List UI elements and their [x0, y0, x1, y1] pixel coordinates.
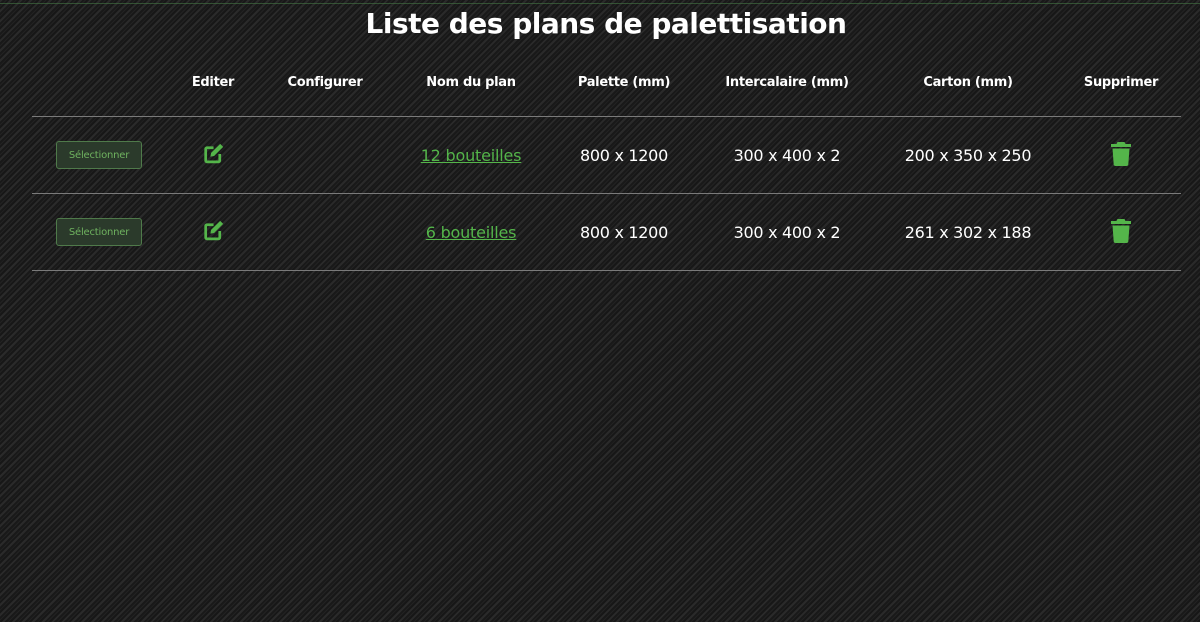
header-carton: Carton (mm) [923, 74, 1013, 90]
header-intercalaire: Intercalaire (mm) [725, 74, 849, 90]
select-button[interactable]: Sélectionner [56, 141, 142, 169]
palette-value: 800 x 1200 [580, 145, 668, 165]
plans-table: Editer Configurer Nom du plan Palette (m… [32, 60, 1181, 271]
select-cell: Sélectionner [42, 117, 156, 193]
intercalaire-value: 300 x 400 x 2 [733, 145, 841, 165]
header-edit: Editer [191, 74, 235, 90]
carton-cell: 261 x 302 x 188 [887, 194, 1049, 270]
carton-cell: 200 x 350 x 250 [887, 117, 1049, 193]
intercalaire-cell: 300 x 400 x 2 [706, 117, 868, 193]
edit-cell [163, 194, 263, 270]
intercalaire-cell: 300 x 400 x 2 [706, 194, 868, 270]
edit-icon-graphic [204, 220, 224, 240]
edit-icon[interactable] [200, 218, 226, 244]
table-header-row: Editer Configurer Nom du plan Palette (m… [32, 60, 1181, 117]
trash-icon-graphic [1111, 141, 1131, 166]
plan-name-link[interactable]: 12 bouteilles [421, 146, 522, 165]
intercalaire-value: 300 x 400 x 2 [733, 222, 841, 242]
edit-icon[interactable] [200, 141, 226, 167]
palette-value: 800 x 1200 [580, 222, 668, 242]
select-cell: Sélectionner [42, 194, 156, 270]
palette-cell: 800 x 1200 [560, 117, 688, 193]
header-palette: Palette (mm) [577, 74, 671, 90]
delete-cell [1069, 117, 1173, 193]
select-button[interactable]: Sélectionner [56, 218, 142, 246]
header-configure: Configurer [287, 74, 363, 90]
header-delete: Supprimer [1083, 74, 1159, 90]
configure-cell [267, 194, 383, 270]
carton-value: 261 x 302 x 188 [904, 222, 1032, 242]
edit-icon-graphic [204, 143, 224, 163]
edit-cell [163, 117, 263, 193]
page-title: Liste des plans de palettisation [365, 7, 847, 40]
trash-icon-graphic [1111, 218, 1131, 243]
plan-name-link[interactable]: 6 bouteilles [426, 223, 517, 242]
configure-cell [267, 117, 383, 193]
plan-name-cell: 12 bouteilles [387, 117, 555, 193]
plan-name-cell: 6 bouteilles [387, 194, 555, 270]
header-plan-name: Nom du plan [426, 74, 516, 90]
palette-cell: 800 x 1200 [560, 194, 688, 270]
trash-icon[interactable] [1110, 141, 1132, 167]
delete-cell [1069, 194, 1173, 270]
trash-icon[interactable] [1110, 218, 1132, 244]
carton-value: 200 x 350 x 250 [904, 145, 1032, 165]
table-row: Sélectionner 6 bouteilles 800 x 1200 300… [32, 194, 1181, 271]
table-row: Sélectionner 12 bouteilles 800 x 1200 30… [32, 117, 1181, 194]
